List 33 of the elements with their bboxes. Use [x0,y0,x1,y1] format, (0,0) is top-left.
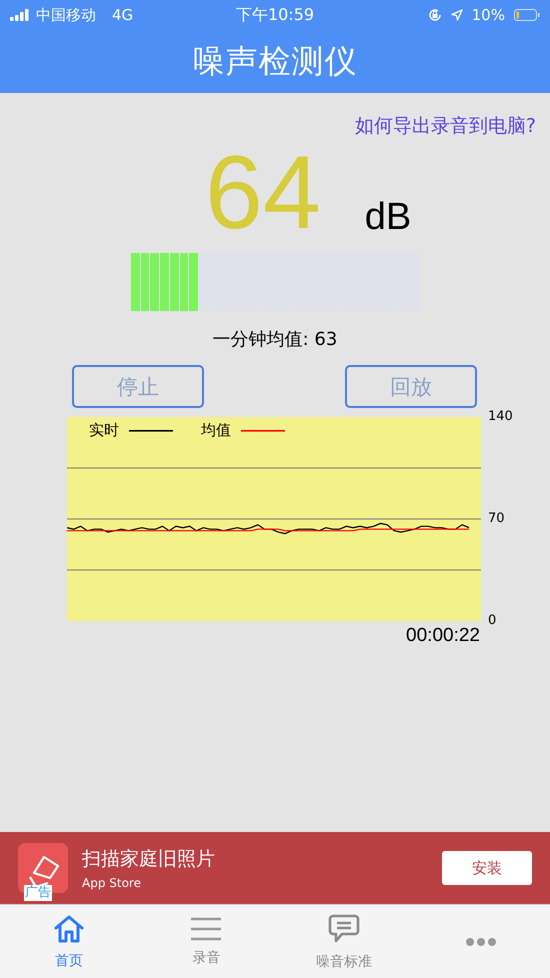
clock-time: 下午10:59 [236,4,314,26]
signal-icon [10,9,30,21]
tab-item[interactable]: 首页 [0,905,138,978]
ad-subtitle: App Store [82,876,142,890]
battery-icon [514,9,540,21]
elapsed-time: 00:00:22 [406,625,480,647]
more-icon [465,936,498,946]
legend-label: 均值 [201,421,231,440]
carrier-name: 中国移动 [36,6,96,24]
network-type: 4G [112,6,134,24]
menu-icon [190,916,222,940]
control-button[interactable]: 停止 [72,365,204,408]
control-button[interactable]: 回放 [345,365,477,408]
chat-bubble-icon [328,912,360,944]
tab-item[interactable]: 录音 [138,905,275,978]
battery-percent: 10% [472,6,505,24]
ad-label: 广告 [24,885,52,901]
export-help-link[interactable]: 如何导出录音到电脑? [354,113,536,139]
axis-tick-label: 0 [488,614,496,628]
minute-average: 一分钟均值: 63 [212,328,338,351]
ad-title: 扫描家庭旧照片 [82,847,216,872]
decibel-unit: dB [364,196,412,239]
install-button[interactable]: 安装 [442,851,532,885]
axis-tick-label: 70 [488,512,505,526]
app-title: 噪声检测仪 [192,40,358,82]
tab-item[interactable]: 噪音标准 [275,905,412,978]
legend-label: 实时 [89,421,119,440]
home-icon [52,914,85,944]
decibel-reading: 64 [205,143,321,243]
axis-tick-label: 140 [488,410,513,424]
ad-banner[interactable]: 广告 扫描家庭旧照片 App Store 安装 [0,832,550,904]
location-arrow-icon [450,9,463,21]
rotation-lock-icon [428,8,442,22]
